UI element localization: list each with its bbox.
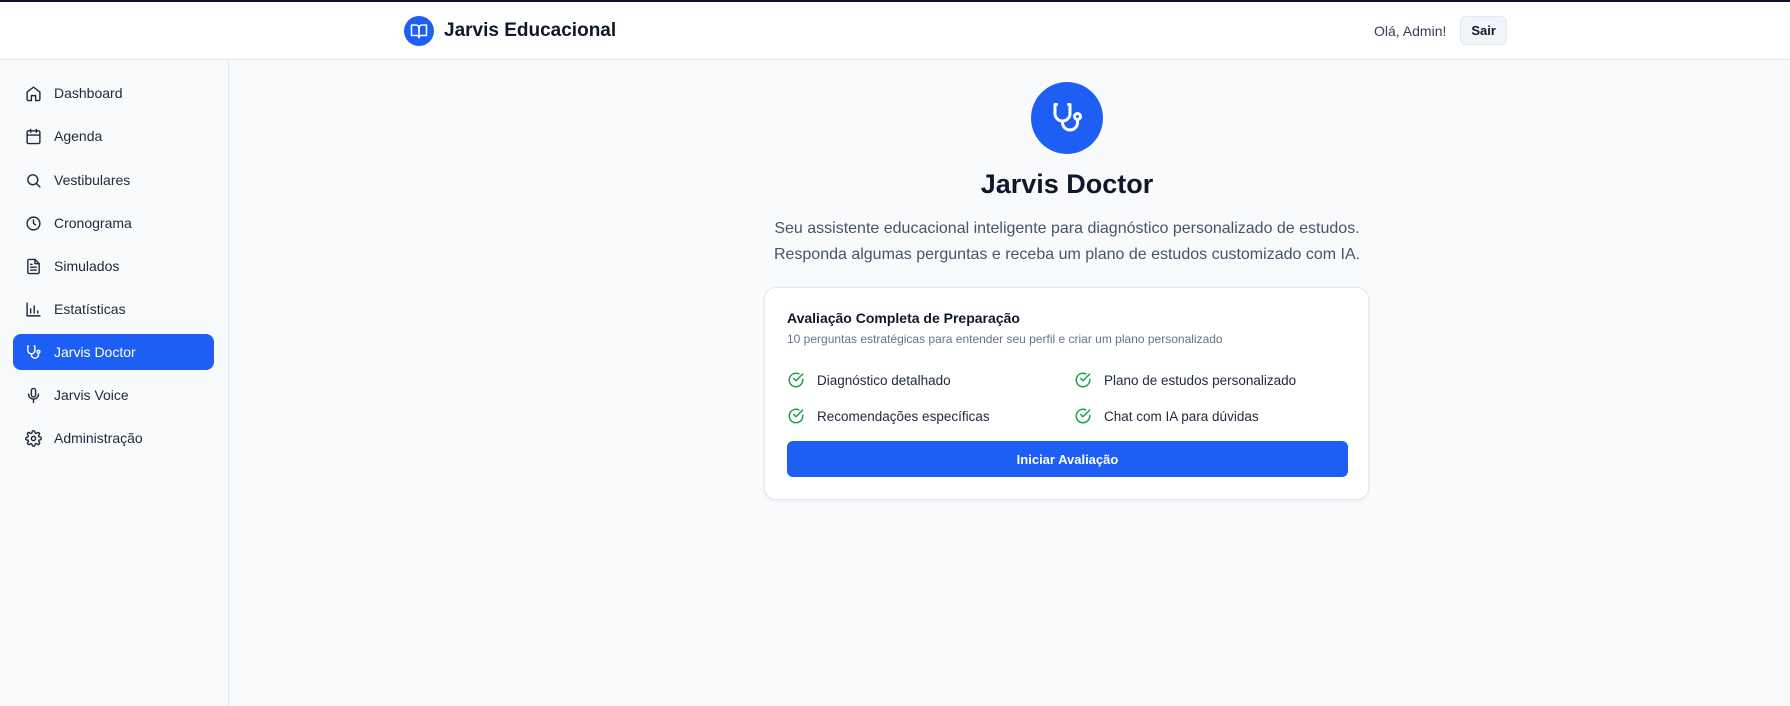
sidebar-item-label: Simulados bbox=[54, 258, 120, 274]
gear-icon bbox=[25, 429, 42, 447]
start-assessment-button[interactable]: Iniciar Avaliação bbox=[787, 441, 1348, 477]
search-icon bbox=[25, 172, 42, 189]
subtitle-line: Responda algumas perguntas e receba um p… bbox=[773, 246, 1361, 263]
feature-label: Chat com IA para dúvidas bbox=[1104, 408, 1259, 424]
sidebar-item-label: Administração bbox=[54, 430, 143, 446]
feature-item: Chat com IA para dúvidas bbox=[1074, 407, 1259, 425]
home-icon bbox=[25, 85, 42, 102]
sidebar-item-estatisticas[interactable]: Estatísticas bbox=[13, 291, 214, 327]
top-header: Jarvis Educacional Olá, Admin! Sair bbox=[0, 2, 1790, 60]
page-title: Jarvis Doctor bbox=[980, 169, 1154, 199]
sidebar-item-label: Jarvis Doctor bbox=[54, 344, 136, 360]
card-description: 10 perguntas estratégicas para entender … bbox=[787, 332, 1223, 346]
user-greeting: Olá, Admin! bbox=[1374, 22, 1447, 39]
sidebar-item-jarvis-voice[interactable]: Jarvis Voice bbox=[13, 377, 214, 413]
sidebar-item-administracao[interactable]: Administração bbox=[13, 420, 214, 456]
app-title: Jarvis Educacional bbox=[444, 20, 617, 41]
sidebar-item-label: Dashboard bbox=[54, 85, 123, 101]
stethoscope-icon bbox=[1031, 82, 1103, 154]
feature-label: Diagnóstico detalhado bbox=[817, 372, 951, 388]
clock-icon bbox=[25, 215, 42, 232]
bar-chart-icon bbox=[25, 301, 42, 318]
main-content: Jarvis Doctor Seu assistente educacional… bbox=[230, 61, 1790, 706]
card-title: Avaliação Completa de Preparação bbox=[787, 310, 1020, 326]
sidebar-item-label: Agenda bbox=[54, 128, 103, 144]
logout-button[interactable]: Sair bbox=[1460, 16, 1507, 45]
feature-item: Diagnóstico detalhado bbox=[787, 371, 951, 389]
subtitle-line: Seu assistente educacional inteligente p… bbox=[774, 220, 1360, 237]
sidebar-item-label: Estatísticas bbox=[54, 301, 126, 317]
check-circle-icon bbox=[1074, 371, 1092, 389]
document-icon bbox=[25, 258, 42, 275]
check-circle-icon bbox=[1074, 407, 1092, 425]
sidebar-item-cronograma[interactable]: Cronograma bbox=[13, 205, 214, 241]
feature-label: Recomendações específicas bbox=[817, 408, 990, 424]
page-subtitle: Seu assistente educacional inteligente p… bbox=[717, 216, 1417, 268]
sidebar-item-vestibulares[interactable]: Vestibulares bbox=[13, 162, 214, 198]
feature-item: Plano de estudos personalizado bbox=[1074, 371, 1296, 389]
book-open-icon bbox=[404, 16, 434, 46]
sidebar-item-label: Jarvis Voice bbox=[54, 387, 129, 403]
check-circle-icon bbox=[787, 407, 805, 425]
brand[interactable]: Jarvis Educacional bbox=[404, 16, 616, 46]
sidebar-item-dashboard[interactable]: Dashboard bbox=[13, 75, 214, 111]
user-area: Olá, Admin! Sair bbox=[1374, 16, 1507, 45]
calendar-icon bbox=[25, 128, 42, 145]
assessment-card: Avaliação Completa de Preparação 10 perg… bbox=[764, 287, 1369, 500]
sidebar: Dashboard Agenda Vestibulares Cronograma… bbox=[0, 61, 229, 706]
sidebar-item-jarvis-doctor[interactable]: Jarvis Doctor bbox=[13, 334, 214, 370]
feature-label: Plano de estudos personalizado bbox=[1104, 372, 1297, 388]
stethoscope-icon bbox=[25, 344, 42, 361]
sidebar-item-agenda[interactable]: Agenda bbox=[13, 118, 214, 154]
sidebar-item-label: Cronograma bbox=[54, 215, 132, 231]
sidebar-item-label: Vestibulares bbox=[54, 172, 131, 188]
sidebar-item-simulados[interactable]: Simulados bbox=[13, 248, 214, 284]
check-circle-icon bbox=[787, 371, 805, 389]
feature-item: Recomendações específicas bbox=[787, 407, 990, 425]
microphone-icon bbox=[25, 387, 42, 404]
